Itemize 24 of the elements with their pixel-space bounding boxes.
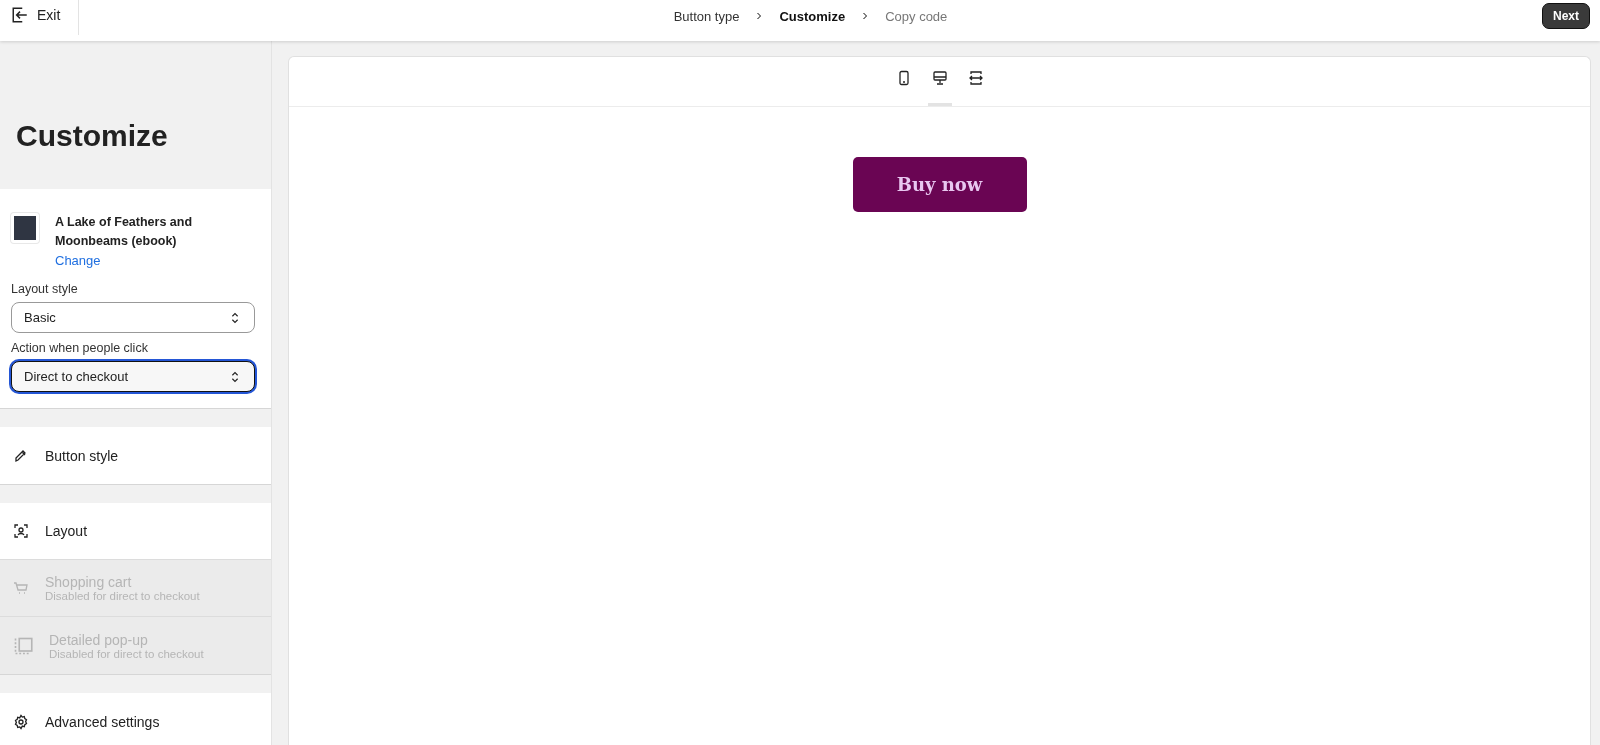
breadcrumb-step[interactable]: Button type xyxy=(673,8,740,24)
breadcrumb-step[interactable]: Copy code xyxy=(885,8,948,24)
next-button[interactable]: Next xyxy=(1542,3,1590,29)
exit-button[interactable]: Exit xyxy=(0,0,79,35)
field-label: Layout style xyxy=(11,282,79,296)
select-field[interactable]: Direct to checkout xyxy=(11,361,255,392)
field-label: Action when people click xyxy=(11,341,149,355)
desktop-icon xyxy=(931,69,948,86)
row-label: Layout xyxy=(45,523,88,539)
popup-icon xyxy=(13,635,33,656)
full-width-icon xyxy=(967,69,984,86)
page-title: Customize xyxy=(15,118,169,154)
row-label: Advanced settings xyxy=(45,713,160,730)
buy-now-button[interactable]: Buy now xyxy=(852,157,1027,212)
product-name: A Lake of Feathers and Moonbeams (ebook) xyxy=(55,214,194,250)
book-cover-placeholder xyxy=(11,213,39,243)
settings-icon xyxy=(13,713,29,730)
select-field[interactable]: Basic xyxy=(11,302,255,333)
row-label: Button style xyxy=(45,447,119,464)
exit-arrow-icon xyxy=(11,5,29,24)
cart-icon xyxy=(13,580,29,596)
layout-icon xyxy=(13,523,29,539)
breadcrumb-step[interactable]: Customize xyxy=(779,8,846,24)
change-link[interactable]: Change xyxy=(55,253,101,268)
